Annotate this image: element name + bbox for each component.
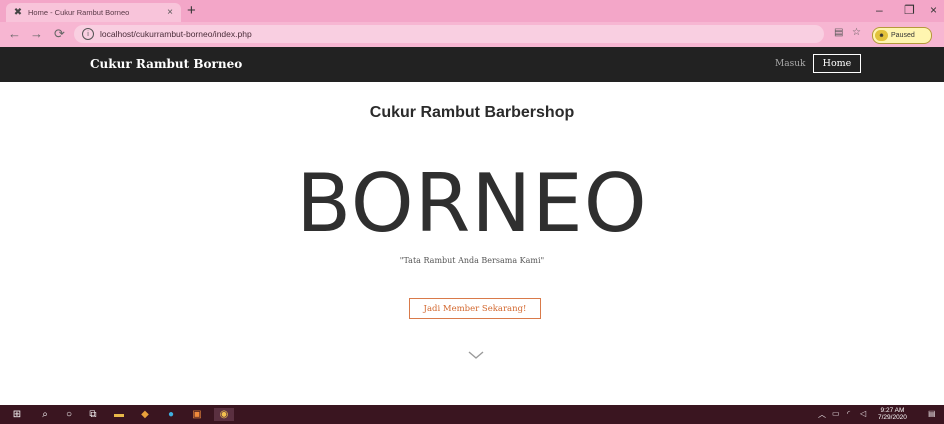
reload-icon[interactable]: ⟳ [54,26,65,42]
taskbar-clock[interactable]: 9:27 AM 7/29/2020 [878,407,907,421]
search-icon[interactable]: ⌕ [38,408,52,421]
cortana-icon[interactable]: ○ [62,408,76,421]
tab-title: Home - Cukur Rambut Borneo [28,8,130,17]
chevron-down-icon[interactable] [468,350,484,360]
minimize-icon[interactable]: – [876,3,883,17]
browser-tab-strip: ✖ Home - Cukur Rambut Borneo × + – ❐ × [0,0,944,22]
edge-icon[interactable]: ● [164,408,178,421]
tab-close-button[interactable]: × [163,7,177,18]
new-tab-button[interactable]: + [187,3,196,19]
task-view-icon[interactable]: ⧉ [86,408,100,421]
wifi-icon[interactable]: ◜ [847,409,850,418]
hero-title: BORNEO [296,157,648,250]
forward-icon[interactable]: → [30,26,43,41]
xampp-icon[interactable]: ▣ [190,408,204,421]
close-icon[interactable]: × [930,3,937,17]
windows-start-icon[interactable]: ⊞ [10,408,24,421]
sublime-text-icon[interactable]: ◆ [138,408,152,421]
network-icon[interactable]: ▭ [832,409,840,418]
avatar: ☻ [875,30,888,41]
windows-taskbar: ⊞ ⌕ ○ ⧉ ▬ ◆ ● ▣ ◉ ︿ ▭ ◜ ◁ 9:27 AM 7/29/2… [0,405,944,424]
browser-toolbar: ← → ⟳ i localhost/cukurrambut-borneo/ind… [0,22,944,47]
address-bar[interactable]: i localhost/cukurrambut-borneo/index.php [74,25,824,43]
x-logo-icon: ✖ [13,7,23,18]
nav-link-home[interactable]: Home [813,54,861,73]
notification-icon[interactable]: ▤ [928,409,936,418]
chrome-icon[interactable]: ◉ [214,408,234,421]
profile-button[interactable]: ☻ Paused [872,27,932,44]
translate-icon[interactable]: ▤ [834,27,843,38]
info-icon[interactable]: i [82,28,94,40]
tray-chevron-icon[interactable]: ︿ [818,409,826,420]
nav-link-masuk[interactable]: Masuk [775,59,805,69]
site-navbar: Cukur Rambut Borneo Masuk Home [0,47,944,82]
back-icon[interactable]: ← [8,26,21,41]
hero-subheading: Cukur Rambut Barbershop [369,104,575,121]
join-member-button[interactable]: Jadi Member Sekarang! [409,298,541,319]
volume-icon[interactable]: ◁ [860,409,866,418]
browser-tab[interactable]: ✖ Home - Cukur Rambut Borneo × [6,3,181,22]
clock-time: 9:27 AM [880,407,905,414]
hero-tagline: "Tata Rambut Anda Bersama Kami" [399,256,545,265]
site-brand[interactable]: Cukur Rambut Borneo [90,57,242,71]
restore-icon[interactable]: ❐ [904,3,915,17]
star-icon[interactable]: ☆ [852,27,861,38]
file-explorer-icon[interactable]: ▬ [112,408,126,421]
url-text: localhost/cukurrambut-borneo/index.php [100,29,252,39]
clock-date: 7/29/2020 [878,414,907,421]
profile-status: Paused [891,32,915,39]
